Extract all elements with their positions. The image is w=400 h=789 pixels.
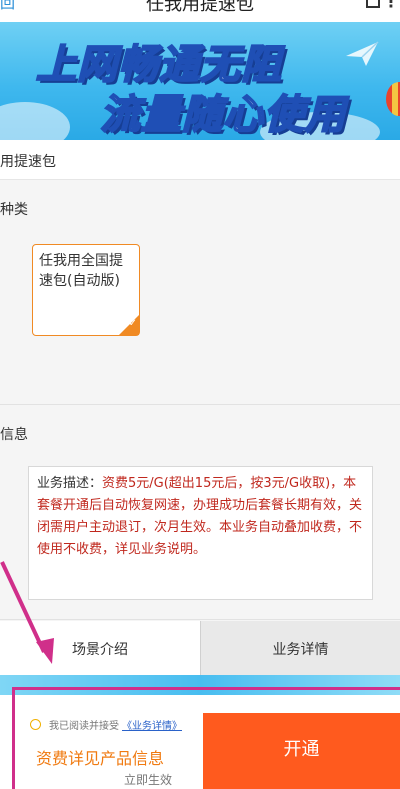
description-label: 业务描述： xyxy=(37,476,103,491)
tab-business-detail[interactable]: 业务详情 xyxy=(200,621,400,675)
top-bar: 回 任我用提速包 ⋮ xyxy=(0,0,400,22)
banner-headline-2: 流量随心使用 xyxy=(99,91,346,139)
balloon-icon xyxy=(386,82,400,116)
agree-radio[interactable] xyxy=(30,719,41,730)
agree-text: 我已阅读并接受 xyxy=(49,721,119,732)
page-title: 任我用提速包 xyxy=(146,0,254,15)
promo-banner: 上网畅通无阻 流量随心使用 xyxy=(0,22,400,140)
cloud-decoration xyxy=(0,102,70,140)
price-info-text: 资费详见产品信息 xyxy=(36,749,165,768)
tab-scene-intro[interactable]: 场景介绍 xyxy=(0,621,200,675)
info-label: 信息 xyxy=(0,427,28,443)
package-option-selected[interactable]: 任我用全国提速包(自动版) ✓ xyxy=(32,244,140,336)
tab-bar: 场景介绍 业务详情 xyxy=(0,621,400,675)
checkmark-icon: ✓ xyxy=(128,318,137,329)
business-description: 业务描述：资费5元/G(超出15元后，按3元/G收取)，本套餐开通后自动恢复网速… xyxy=(28,466,373,600)
package-type-section: 种类 任我用全国提速包(自动版) ✓ xyxy=(0,181,400,405)
share-icon[interactable] xyxy=(366,0,380,8)
open-button[interactable]: 开通 xyxy=(203,713,400,789)
type-label: 种类 xyxy=(0,202,28,218)
package-option-label: 任我用全国提速包(自动版) xyxy=(39,253,123,289)
package-header: 用提速包 xyxy=(0,140,400,180)
decorative-strip xyxy=(0,675,400,695)
effective-text: 立即生效 xyxy=(124,773,173,787)
agreement-row[interactable]: 我已阅读并接受 《业务详情》 xyxy=(30,717,182,732)
product-info-section: 信息 业务描述：资费5元/G(超出15元后，按3元/G收取)，本套餐开通后自动恢… xyxy=(0,406,400,620)
business-detail-link[interactable]: 《业务详情》 xyxy=(122,717,182,732)
bottom-action-bar: 我已阅读并接受 《业务详情》 资费详见产品信息 立即生效 开通 xyxy=(0,695,400,789)
more-icon[interactable]: ⋮ xyxy=(383,0,399,11)
airplane-icon xyxy=(346,41,379,66)
